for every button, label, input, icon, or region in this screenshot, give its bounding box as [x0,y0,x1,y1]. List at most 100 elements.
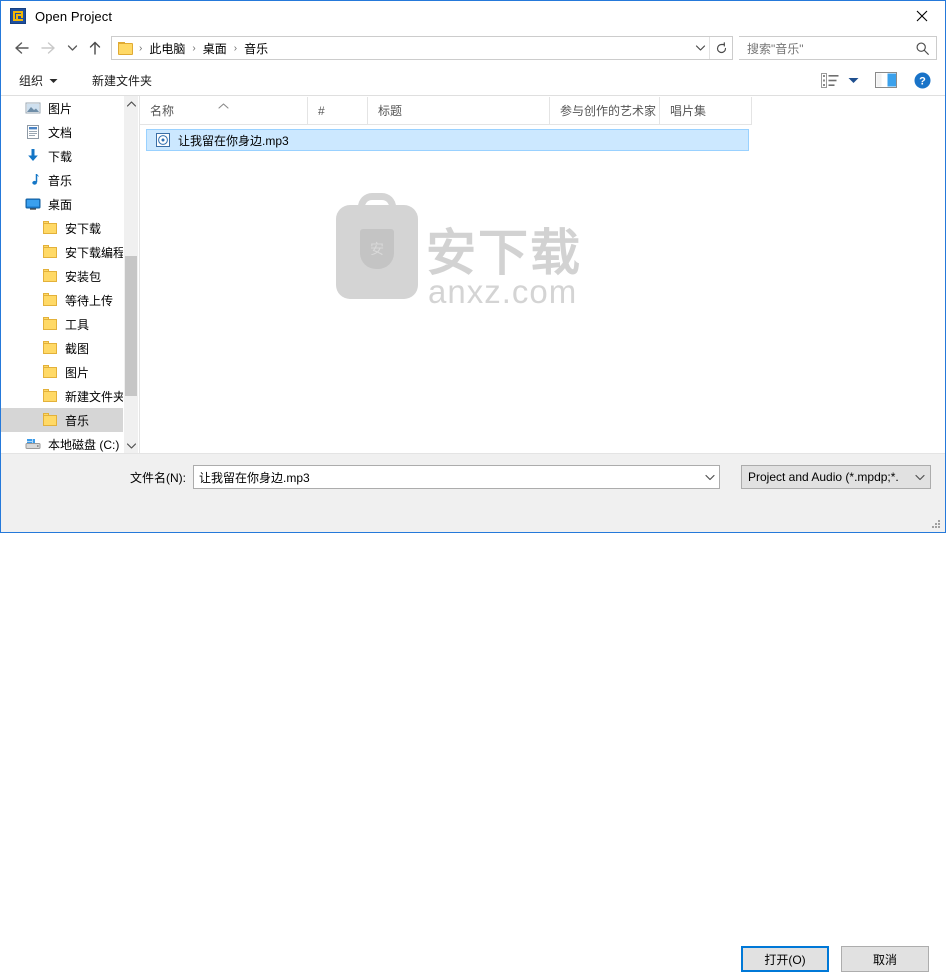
chevron-down-icon [695,45,705,51]
watermark: 安 安下载 anxz.com [336,189,580,315]
view-dropdown-caret[interactable] [843,69,863,91]
command-bar: 组织 新建文件夹 ? [1,65,945,96]
address-bar[interactable]: › 此电脑 › 桌面 › 音乐 [111,36,733,60]
breadcrumb-separator: › [233,42,238,54]
file-type-value: Project and Audio (*.mpdp;*. [748,470,899,484]
refresh-button[interactable] [709,37,732,59]
folder-icon [42,268,58,284]
sidebar-item-1[interactable]: 文档 [1,120,124,144]
navigation-tree: 图片文档下载音乐桌面安下载安下载编程备份安装包等待上传工具截图图片新建文件夹音乐… [1,96,124,453]
sort-ascending-caret [218,98,229,112]
new-folder-label: 新建文件夹 [92,73,153,88]
sidebar-item-label: 音乐 [65,413,90,428]
command-bar-right: ? [819,65,937,95]
sidebar-item-14[interactable]: 本地磁盘 (C:) [1,432,124,453]
breadcrumb-item-1[interactable]: 桌面 [201,40,229,57]
forward-button[interactable] [35,35,61,61]
close-button[interactable] [899,1,945,31]
column-headers: 名称 # 标题 参与创作的艺术家 唱片集 [140,96,752,125]
sidebar-item-4[interactable]: 桌面 [1,192,124,216]
resize-grip[interactable] [932,520,941,529]
folder-icon [42,316,58,332]
scrollbar-thumb[interactable] [125,256,137,396]
column-header-label: 标题 [378,104,403,118]
help-icon[interactable]: ? [911,69,933,91]
sidebar-item-2[interactable]: 下载 [1,144,124,168]
sidebar-item-9[interactable]: 工具 [1,312,124,336]
downloads-icon [25,148,41,164]
recent-locations-button[interactable] [61,35,83,61]
forward-arrow-icon [41,42,55,54]
scroll-down-arrow[interactable] [124,438,138,453]
sidebar-item-label: 新建文件夹 [65,389,124,404]
sidebar-item-label: 本地磁盘 (C:) [48,437,120,452]
up-arrow-icon [89,41,101,55]
filename-history-caret[interactable] [701,466,719,488]
address-dropdown-button[interactable] [690,37,710,59]
watermark-cn-text: 安下载 [426,224,582,282]
sidebar-item-8[interactable]: 等待上传 [1,288,124,312]
back-button[interactable] [9,35,35,61]
preview-pane-icon[interactable] [873,69,899,91]
sidebar-item-label: 音乐 [48,173,73,188]
folder-icon [42,388,58,404]
organize-label: 组织 [19,73,44,88]
chevron-down-icon [49,73,58,87]
sidebar-item-label: 图片 [65,365,90,380]
sidebar-item-label: 安下载 [65,221,102,236]
column-header-2[interactable]: 标题 [368,97,550,124]
project-app-icon [10,8,26,24]
column-header-0[interactable]: 名称 [140,97,308,124]
column-header-4[interactable]: 唱片集 [660,97,752,124]
sidebar-item-6[interactable]: 安下载编程备份 [1,240,124,264]
breadcrumb-item-2[interactable]: 音乐 [242,40,270,57]
column-header-1[interactable]: # [308,97,368,124]
open-button[interactable]: 打开(O) [741,946,829,972]
sidebar-item-12[interactable]: 新建文件夹 [1,384,124,408]
refresh-icon [716,41,726,53]
breadcrumb-separator: › [192,42,196,54]
folder-icon [42,412,58,428]
navigation-scrollbar[interactable] [123,96,138,453]
navigation-pane: 图片文档下载音乐桌面安下载安下载编程备份安装包等待上传工具截图图片新建文件夹音乐… [1,96,139,453]
folder-icon [42,220,58,236]
column-header-label: # [318,103,325,118]
pictures-icon [25,100,41,116]
sidebar-item-3[interactable]: 音乐 [1,168,124,192]
filter-dropdown-caret[interactable] [910,466,930,488]
documents-icon [25,124,41,140]
sidebar-item-11[interactable]: 图片 [1,360,124,384]
table-row[interactable]: 让我留在你身边.mp3 [146,129,749,151]
file-list-pane: 名称 # 标题 参与创作的艺术家 唱片集 让我留在你身边.mp3 安 安下载 anxz.… [140,96,945,453]
sidebar-item-5[interactable]: 安下载 [1,216,124,240]
breadcrumb-item-0[interactable]: 此电脑 [147,40,187,57]
sidebar-item-10[interactable]: 截图 [1,336,124,360]
breadcrumb-separator: › [139,42,143,54]
sidebar-item-label: 等待上传 [65,293,114,308]
back-arrow-icon [15,42,29,54]
sidebar-item-7[interactable]: 安装包 [1,264,124,288]
cancel-button[interactable]: 取消 [841,946,929,972]
organize-button[interactable]: 组织 [11,65,66,95]
column-header-3[interactable]: 参与创作的艺术家 [550,97,660,124]
scroll-up-arrow[interactable] [124,96,138,111]
sidebar-item-label: 安装包 [65,269,102,284]
up-button[interactable] [83,35,107,61]
dialog-footer: 文件名(N): 让我留在你身边.mp3 Project and Audio (*… [1,453,945,972]
sidebar-item-13[interactable]: 音乐 [1,408,124,432]
sidebar-item-label: 下载 [48,149,73,164]
view-layout-icon[interactable] [819,69,841,91]
sidebar-item-0[interactable]: 图片 [1,96,124,120]
file-type-filter[interactable]: Project and Audio (*.mpdp;*. [741,465,931,489]
close-icon [916,10,928,22]
chevron-down-icon [67,45,77,51]
sidebar-item-label: 桌面 [48,197,73,212]
search-box[interactable]: 搜索"音乐" [739,36,937,60]
window-title: Open Project [35,8,113,24]
audio-file-icon [155,132,171,148]
folder-icon [42,364,58,380]
new-folder-button[interactable]: 新建文件夹 [84,65,160,95]
sidebar-item-label: 安下载编程备份 [65,245,124,260]
filename-input[interactable]: 让我留在你身边.mp3 [193,465,720,489]
watermark-shield: 安 [360,229,394,269]
